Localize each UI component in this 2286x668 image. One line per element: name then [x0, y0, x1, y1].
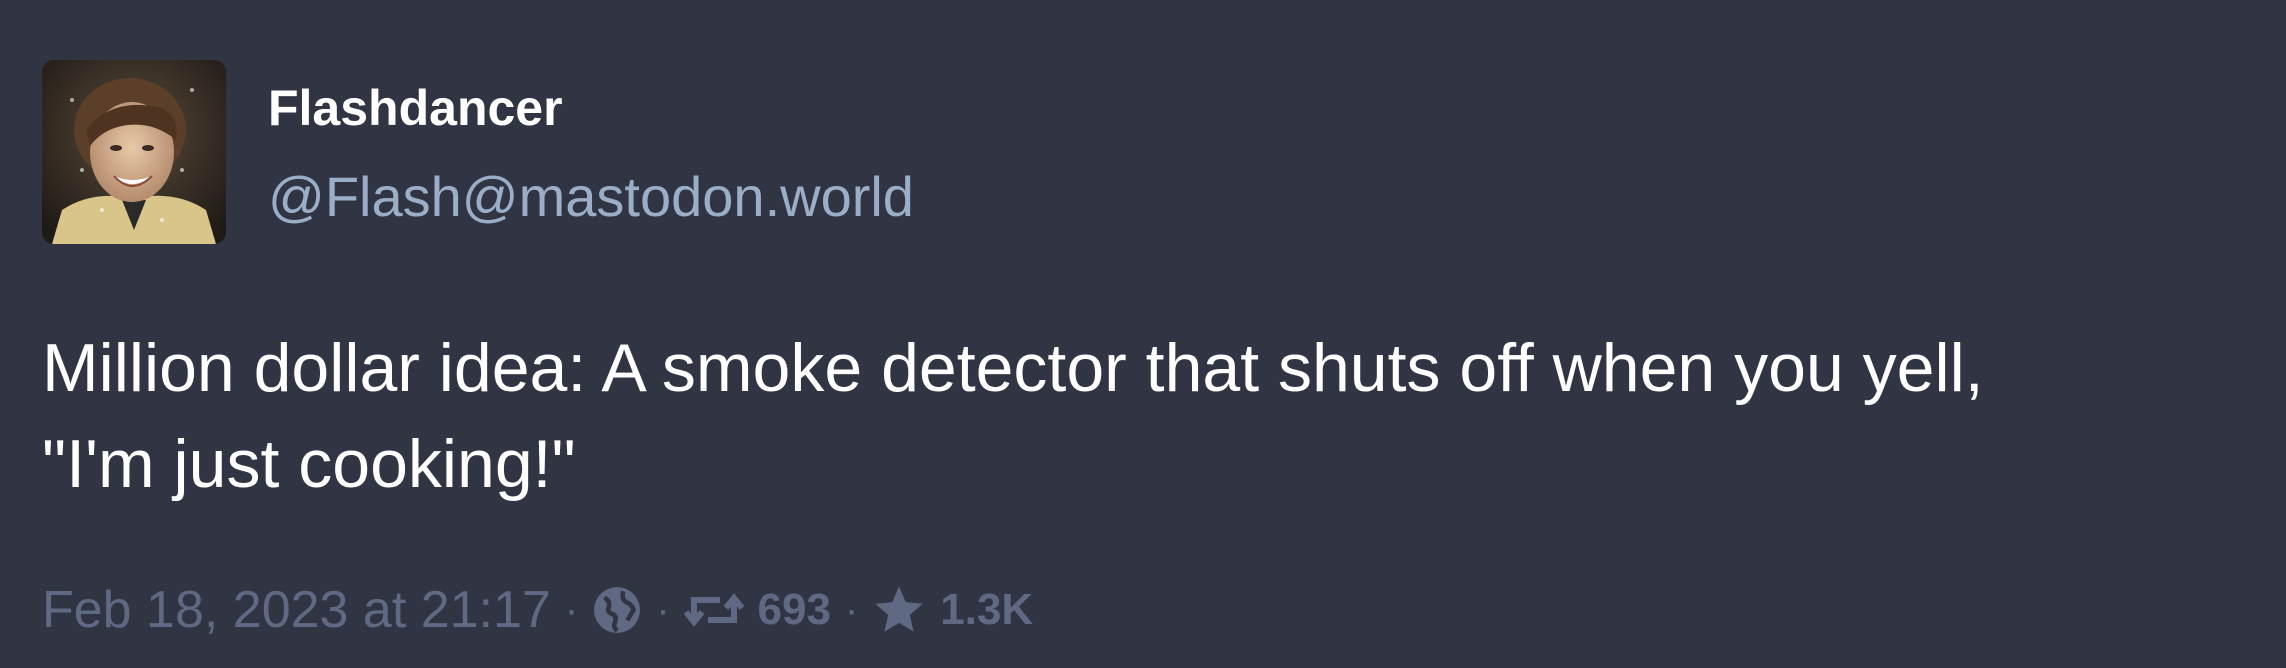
display-name[interactable]: Flashdancer	[268, 78, 563, 138]
status-content-line: Million dollar idea: A smoke detector th…	[42, 330, 1984, 406]
account-handle[interactable]: @Flash@mastodon.world	[268, 164, 914, 230]
boost-count: 693	[757, 585, 831, 634]
favourite-count: 1.3K	[940, 585, 1034, 634]
separator-dot: ·	[844, 587, 859, 632]
avatar-image	[42, 60, 226, 244]
globe-icon	[592, 585, 642, 635]
status-content: Million dollar idea: A smoke detector th…	[42, 320, 2262, 512]
star-icon[interactable]	[872, 583, 926, 637]
separator-dot: ·	[656, 587, 670, 632]
status-card: Flashdancer @Flash@mastodon.world Millio…	[0, 0, 2286, 668]
retweet-icon[interactable]	[683, 588, 744, 632]
status-meta: Feb 18, 2023 at 21:17 · · 693 · 1.3K	[42, 576, 1033, 644]
separator-dot: ·	[564, 587, 579, 632]
timestamp-link[interactable]: Feb 18, 2023 at 21:17	[42, 580, 551, 640]
status-content-line: "I'm just cooking!"	[42, 426, 576, 502]
avatar[interactable]	[42, 60, 226, 244]
